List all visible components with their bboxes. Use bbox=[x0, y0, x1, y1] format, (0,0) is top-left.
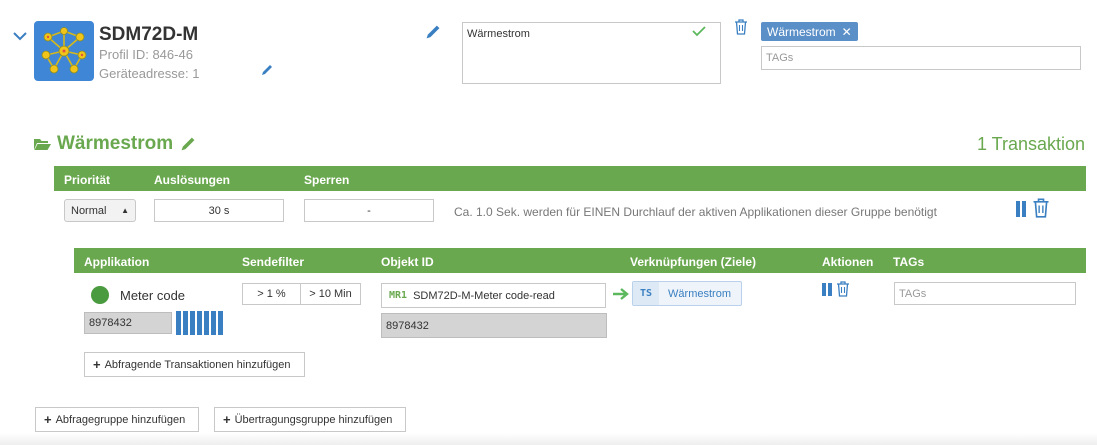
send-filter-time[interactable]: > 10 Min bbox=[301, 284, 360, 304]
tag-chip: Wärmestrom ✕ bbox=[761, 22, 858, 41]
add-transfer-group-label: Übertragungsgruppe hinzufügen bbox=[234, 413, 393, 426]
triggers-value: 30 s bbox=[208, 204, 230, 217]
delete-group-trash-icon[interactable] bbox=[1032, 198, 1050, 218]
link-name: Wärmestrom bbox=[668, 287, 731, 300]
plus-icon: + bbox=[93, 357, 101, 372]
object-id-field[interactable]: MR1 SDM72D-M-Meter code-read bbox=[381, 283, 606, 308]
device-tags-placeholder: TAGs bbox=[766, 52, 794, 64]
edit-note-pencil-icon[interactable] bbox=[424, 23, 442, 41]
app-header-object-id: Objekt ID bbox=[381, 255, 434, 269]
arrow-right-icon bbox=[613, 288, 629, 300]
send-filter-percent[interactable]: > 1 % bbox=[243, 284, 301, 304]
device-name: SDM72D-M bbox=[99, 24, 199, 45]
app-header-actions: Aktionen bbox=[822, 255, 874, 269]
application-name: Meter code bbox=[120, 288, 186, 303]
priority-select[interactable]: Normal ▲ bbox=[64, 199, 136, 222]
application-value-text: 8978432 bbox=[89, 317, 132, 329]
signal-bars-icon bbox=[176, 311, 223, 335]
plus-icon: + bbox=[223, 412, 231, 427]
object-name: SDM72D-M-Meter code-read bbox=[413, 289, 555, 302]
app-table-header: Applikation Sendefilter Objekt ID Verknü… bbox=[74, 248, 1086, 273]
locks-value: - bbox=[367, 204, 371, 217]
folder-open-icon bbox=[34, 139, 51, 150]
app-tags-placeholder: TAGs bbox=[899, 287, 927, 300]
application-value: 8978432 bbox=[84, 312, 172, 334]
group-title: Wärmestrom bbox=[57, 133, 174, 154]
app-header-application: Applikation bbox=[84, 255, 150, 269]
add-transfer-group-button[interactable]: + Übertragungsgruppe hinzufügen bbox=[214, 407, 406, 432]
trash-icon[interactable] bbox=[734, 19, 748, 35]
profile-id: Profil ID: 846-46 bbox=[99, 47, 193, 62]
object-value: 8978432 bbox=[381, 313, 607, 338]
device-address: Geräteadresse: 1 bbox=[99, 66, 200, 81]
triggers-input[interactable]: 30 s bbox=[154, 199, 284, 222]
object-value-text: 8978432 bbox=[386, 319, 429, 332]
object-prefix: MR1 bbox=[389, 290, 408, 301]
close-icon[interactable]: ✕ bbox=[842, 25, 852, 39]
add-query-transactions-label: Abfragende Transaktionen hinzufügen bbox=[104, 358, 291, 371]
pause-group-icon[interactable] bbox=[1016, 201, 1026, 217]
group-hint: Ca. 1.0 Sek. werden für EINEN Durchlauf … bbox=[454, 205, 937, 219]
link-target[interactable]: TS Wärmestrom bbox=[632, 281, 742, 306]
link-prefix: TS bbox=[633, 282, 660, 305]
group-title-row: Wärmestrom bbox=[34, 133, 197, 155]
pause-app-icon[interactable] bbox=[822, 283, 832, 296]
add-query-group-button[interactable]: + Abfragegruppe hinzufügen bbox=[35, 407, 199, 432]
bottom-shade bbox=[0, 433, 1097, 445]
app-header-tags: TAGs bbox=[893, 255, 925, 269]
locks-input[interactable]: - bbox=[304, 199, 434, 222]
edit-group-pencil-icon[interactable] bbox=[179, 135, 197, 153]
triggers-header: Auslösungen bbox=[154, 173, 231, 187]
app-header-send-filter: Sendefilter bbox=[242, 255, 305, 269]
locks-header: Sperren bbox=[304, 173, 350, 187]
device-note-textarea[interactable]: Wärmestrom bbox=[462, 22, 721, 84]
transaction-count: 1 Transaktion bbox=[976, 134, 1085, 154]
delete-app-trash-icon[interactable] bbox=[836, 281, 850, 297]
edit-address-pencil-icon[interactable] bbox=[260, 63, 274, 77]
add-query-group-label: Abfragegruppe hinzufügen bbox=[55, 413, 186, 426]
add-query-transactions-button[interactable]: + Abfragende Transaktionen hinzufügen bbox=[84, 352, 305, 377]
priority-header: Priorität bbox=[64, 173, 111, 187]
status-dot bbox=[91, 286, 109, 304]
plus-icon: + bbox=[44, 412, 52, 427]
group-header-bar: Priorität Auslösungen Sperren bbox=[54, 166, 1086, 191]
app-tags-input[interactable]: TAGs bbox=[894, 282, 1076, 305]
chevron-down-icon[interactable] bbox=[12, 28, 28, 44]
priority-value: Normal bbox=[71, 204, 107, 217]
tag-chip-label: Wärmestrom bbox=[767, 24, 836, 39]
device-network-icon bbox=[34, 21, 94, 81]
select-arrows-icon: ▲ bbox=[121, 206, 129, 215]
send-filter-control[interactable]: > 1 % > 10 Min bbox=[242, 283, 361, 305]
note-text: Wärmestrom bbox=[467, 28, 530, 40]
device-tags-input[interactable]: TAGs bbox=[761, 46, 1081, 70]
check-icon bbox=[692, 26, 706, 37]
app-header-links: Verknüpfungen (Ziele) bbox=[630, 255, 757, 269]
